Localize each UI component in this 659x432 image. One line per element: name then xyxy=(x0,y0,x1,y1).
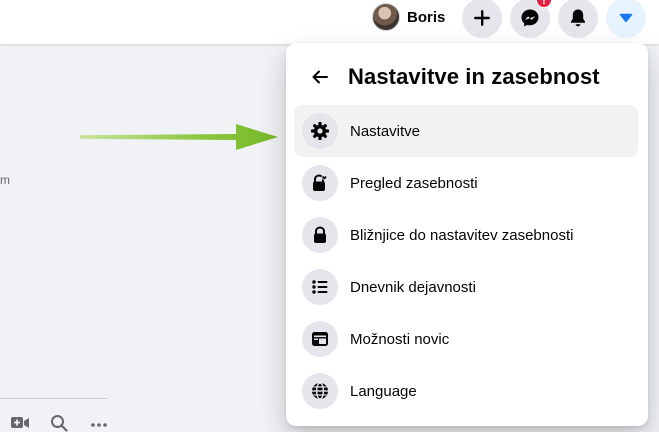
lock-icon xyxy=(302,217,338,253)
caret-down-icon xyxy=(619,13,633,23)
menu-item-label: Možnosti novic xyxy=(350,330,450,348)
top-navigation-bar: Boris ! xyxy=(0,0,659,44)
lock-heart-icon xyxy=(302,165,338,201)
more-options-icon[interactable] xyxy=(89,414,109,432)
menu-list: Nastavitve Pregled zasebnosti Bližnjice … xyxy=(294,105,638,417)
list-icon xyxy=(302,269,338,305)
notification-badge: ! xyxy=(536,0,552,8)
menu-item-news-feed-preferences[interactable]: Možnosti novic xyxy=(294,313,638,365)
menu-item-label: Bližnjice do nastavitev zasebnosti xyxy=(350,226,574,244)
back-button[interactable] xyxy=(302,59,338,95)
menu-item-privacy-shortcuts[interactable]: Bližnjice do nastavitev zasebnosti xyxy=(294,209,638,261)
plus-icon xyxy=(474,10,490,26)
messenger-button[interactable]: ! xyxy=(510,0,552,38)
annotation-arrow-icon xyxy=(80,124,278,150)
bell-icon xyxy=(571,9,585,27)
video-call-icon[interactable] xyxy=(10,414,30,432)
menu-item-language[interactable]: Language xyxy=(294,365,638,417)
messenger-icon xyxy=(521,9,539,27)
settings-privacy-menu: Nastavitve in zasebnost Nastavitve Pregl… xyxy=(286,43,648,426)
notifications-button[interactable] xyxy=(558,0,598,38)
menu-item-activity-log[interactable]: Dnevnik dejavnosti xyxy=(294,261,638,313)
arrow-left-icon xyxy=(312,70,328,84)
create-button[interactable] xyxy=(462,0,502,38)
profile-name: Boris xyxy=(407,8,446,26)
menu-item-label: Dnevnik dejavnosti xyxy=(350,278,476,296)
menu-item-label: Nastavitve xyxy=(350,122,421,140)
avatar xyxy=(372,3,400,31)
menu-item-settings[interactable]: Nastavitve xyxy=(294,105,638,157)
search-icon[interactable] xyxy=(49,414,69,432)
profile-shortcut[interactable]: Boris xyxy=(368,2,453,32)
menu-item-label: Language xyxy=(350,382,417,400)
background-text-fragment: m xyxy=(0,173,10,187)
menu-title: Nastavitve in zasebnost xyxy=(348,64,600,89)
globe-icon xyxy=(302,373,338,409)
gear-icon xyxy=(302,113,338,149)
account-menu-button[interactable] xyxy=(606,0,646,38)
menu-item-privacy-checkup[interactable]: Pregled zasebnosti xyxy=(294,157,638,209)
menu-item-label: Pregled zasebnosti xyxy=(350,174,478,192)
menu-header: Nastavitve in zasebnost xyxy=(302,57,600,97)
news-feed-icon xyxy=(302,321,338,357)
divider xyxy=(0,398,107,399)
